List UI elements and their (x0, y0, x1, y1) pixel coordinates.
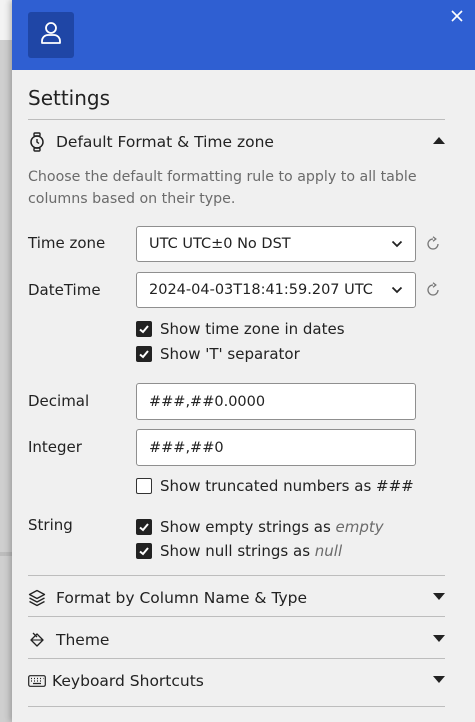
null-placeholder-text: null (314, 542, 343, 560)
show-time-zone-checkbox-row[interactable]: Show time zone in dates (136, 319, 345, 339)
chevron-down-icon (433, 676, 445, 683)
show-null-strings-text: Show null strings as (160, 542, 315, 560)
background-app-header (0, 0, 12, 40)
integer-format-input[interactable]: ###,##0 (136, 429, 416, 466)
divider (28, 706, 445, 707)
reset-icon (427, 282, 439, 296)
time-zone-label: Time zone (28, 234, 106, 252)
datetime-select[interactable]: 2024-04-03T18:41:59.207 UTC (136, 272, 416, 308)
watch-icon (28, 131, 50, 153)
page-title: Settings (28, 86, 111, 110)
section-format-by-column-label: Format by Column Name & Type (56, 589, 308, 607)
paint-bucket-icon (28, 629, 50, 651)
time-zone-select[interactable]: UTC UTC±0 No DST (136, 226, 416, 262)
show-time-zone-label: Show time zone in dates (160, 320, 345, 338)
time-zone-value: UTC UTC±0 No DST (149, 236, 291, 252)
section-default-format-label: Default Format & Time zone (56, 133, 274, 151)
chevron-down-icon (391, 284, 403, 300)
close-icon (451, 7, 463, 26)
show-truncated-checkbox-row[interactable]: Show truncated numbers as ### (136, 476, 414, 496)
show-empty-strings-checkbox[interactable] (136, 519, 152, 535)
reset-time-zone-button[interactable] (425, 236, 441, 252)
divider (28, 575, 445, 576)
divider (28, 119, 445, 120)
show-null-strings-checkbox-row[interactable]: Show null strings as null (136, 541, 342, 561)
string-label: String (28, 516, 73, 534)
settings-header-bar (12, 0, 475, 70)
show-t-separator-checkbox-row[interactable]: Show 'T' separator (136, 344, 300, 364)
integer-label: Integer (28, 438, 82, 456)
show-time-zone-checkbox[interactable] (136, 321, 152, 337)
show-empty-strings-text: Show empty strings as (160, 518, 336, 536)
divider (28, 616, 445, 617)
chevron-down-icon (391, 238, 403, 254)
user-icon (40, 21, 62, 49)
show-truncated-checkbox[interactable] (136, 478, 152, 494)
show-empty-strings-checkbox-row[interactable]: Show empty strings as empty (136, 517, 384, 537)
close-button[interactable] (449, 8, 465, 24)
section-keyboard-shortcuts-label: Keyboard Shortcuts (52, 672, 204, 690)
integer-format-value: ###,##0 (149, 439, 224, 456)
reset-datetime-button[interactable] (425, 282, 441, 298)
section-description: Choose the default formatting rule to ap… (28, 169, 417, 207)
chevron-up-icon (433, 137, 445, 144)
show-t-separator-label: Show 'T' separator (160, 345, 300, 363)
chevron-down-icon (433, 635, 445, 642)
section-theme-label: Theme (56, 631, 110, 649)
section-theme-header[interactable]: Theme (28, 627, 445, 653)
show-null-strings-label: Show null strings as null (160, 542, 342, 560)
reset-icon (427, 236, 439, 250)
decimal-label: Decimal (28, 392, 90, 410)
decimal-format-input[interactable]: ###,##0.0000 (136, 383, 416, 420)
show-truncated-label: Show truncated numbers as ### (160, 477, 414, 495)
datetime-label: DateTime (28, 281, 101, 299)
user-button[interactable] (28, 12, 74, 58)
layers-icon (28, 587, 50, 609)
section-keyboard-shortcuts-header[interactable]: Keyboard Shortcuts (28, 668, 445, 694)
background-divider (0, 552, 12, 556)
show-empty-strings-label: Show empty strings as empty (160, 518, 384, 536)
section-format-by-column-header[interactable]: Format by Column Name & Type (28, 585, 445, 611)
datetime-value: 2024-04-03T18:41:59.207 UTC (149, 282, 373, 298)
settings-panel: Settings Default Format & Time zone Choo… (12, 0, 475, 722)
show-null-strings-checkbox[interactable] (136, 543, 152, 559)
chevron-down-icon (433, 593, 445, 600)
divider (28, 658, 445, 659)
background-app (0, 0, 12, 722)
empty-placeholder-text: empty (335, 518, 384, 536)
decimal-format-value: ###,##0.0000 (149, 393, 266, 410)
show-t-separator-checkbox[interactable] (136, 346, 152, 362)
section-default-format-header[interactable]: Default Format & Time zone (28, 129, 445, 155)
keyboard-icon (28, 670, 50, 692)
